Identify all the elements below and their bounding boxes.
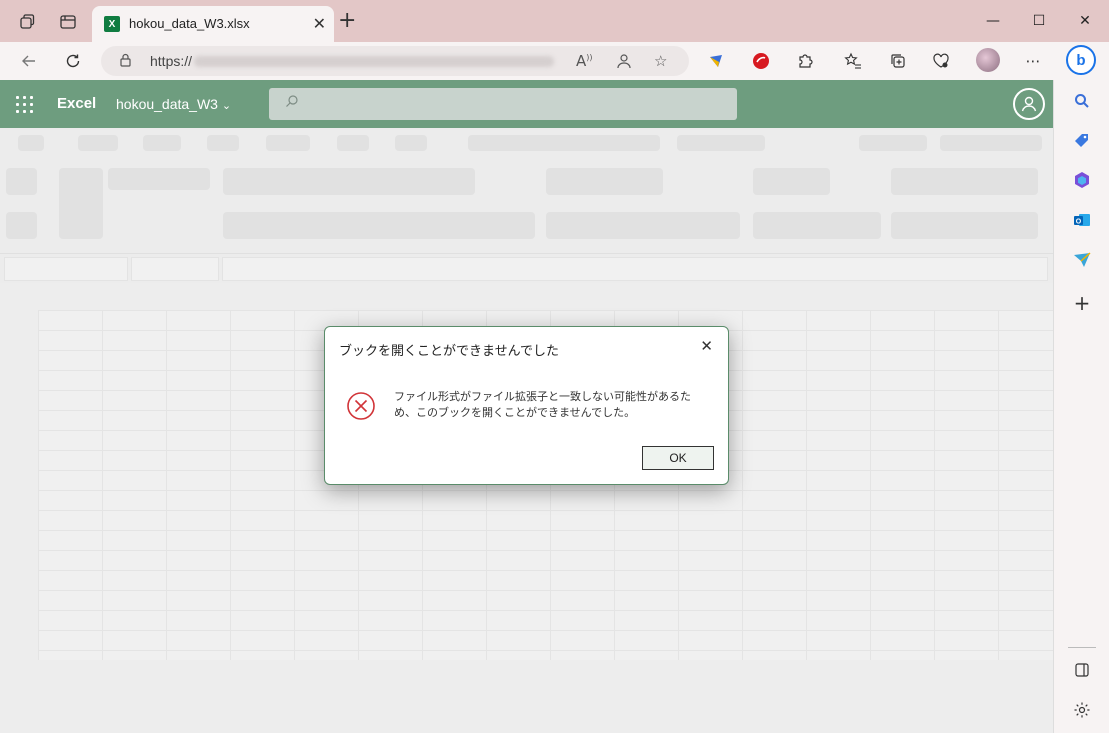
- ribbon-skeleton: [223, 168, 475, 195]
- dialog-message: ファイル形式がファイル拡張子と一致しない可能性があるため、このブックを開くことが…: [394, 390, 691, 419]
- error-dialog: ブックを開くことができませんでした ✕ ファイル形式がファイル拡張子と一致しない…: [324, 326, 729, 485]
- tab-active[interactable]: X hokou_data_W3.xlsx ✕: [92, 6, 334, 42]
- search-icon: [285, 94, 299, 112]
- ribbon-skeleton: [6, 168, 37, 195]
- dialog-title: ブックを開くことができませんでした: [339, 344, 559, 359]
- url-text: https://: [150, 53, 193, 69]
- ribbon-skeleton: [753, 168, 830, 195]
- ribbon-skeleton: [546, 212, 740, 239]
- formula-bar-placeholder: [0, 253, 1053, 283]
- account-avatar-icon[interactable]: [1013, 88, 1045, 120]
- outlook-icon[interactable]: O: [1071, 209, 1093, 231]
- browser-toolbar: https:// A)) ☆ ⋯: [0, 42, 1109, 80]
- excel-file-icon: X: [104, 16, 120, 32]
- search-input[interactable]: [269, 88, 737, 120]
- send-feedback-icon[interactable]: [1071, 249, 1093, 271]
- file-name-dropdown[interactable]: hokou_data_W3 ⌄: [116, 96, 231, 112]
- extension-red-icon[interactable]: [751, 51, 771, 71]
- ribbon-skeleton: [108, 168, 210, 190]
- bing-copilot-icon[interactable]: b: [1066, 45, 1096, 75]
- favorites-icon[interactable]: [843, 51, 863, 71]
- shopping-tag-icon[interactable]: [1071, 130, 1093, 152]
- ribbon-skeleton: [891, 168, 1038, 195]
- ribbon-skeleton: [940, 135, 1042, 151]
- formula-buttons-placeholder: [131, 257, 219, 281]
- close-window-button[interactable]: ✕: [1062, 8, 1108, 34]
- browser-titlebar: X hokou_data_W3.xlsx ✕ + — ☐ ✕: [0, 0, 1109, 42]
- name-box-placeholder: [4, 257, 128, 281]
- sidebar-divider: [1068, 647, 1096, 648]
- ribbon-skeleton: [78, 135, 118, 151]
- new-tab-button[interactable]: +: [338, 10, 356, 32]
- ribbon-skeleton: [891, 212, 1038, 239]
- refresh-icon[interactable]: [61, 50, 85, 72]
- microsoft365-icon[interactable]: [1071, 169, 1093, 191]
- ribbon-placeholder: [0, 128, 1053, 253]
- read-aloud-icon[interactable]: A)): [576, 52, 593, 70]
- ribbon-skeleton: [337, 135, 369, 151]
- ribbon-skeleton: [143, 135, 181, 151]
- url-redacted: [194, 56, 554, 67]
- minimize-button[interactable]: —: [970, 8, 1016, 34]
- ribbon-skeleton: [59, 168, 103, 239]
- ribbon-skeleton: [207, 135, 239, 151]
- ribbon-skeleton: [677, 135, 765, 151]
- close-icon[interactable]: ✕: [700, 337, 713, 355]
- ribbon-skeleton: [468, 135, 660, 151]
- extensions-puzzle-icon[interactable]: [795, 51, 815, 71]
- address-bar[interactable]: https:// A)) ☆: [101, 46, 689, 76]
- app-launcher-icon[interactable]: [16, 96, 33, 113]
- maximize-button[interactable]: ☐: [1016, 8, 1062, 34]
- lock-icon: [119, 53, 132, 71]
- tab-title: hokou_data_W3.xlsx: [129, 16, 250, 31]
- settings-gear-icon[interactable]: [1071, 699, 1093, 721]
- excel-header: Excel hokou_data_W3 ⌄: [0, 80, 1053, 128]
- chevron-down-icon: ⌄: [221, 100, 232, 112]
- collections-icon[interactable]: [888, 51, 908, 71]
- profile-avatar[interactable]: [976, 48, 1000, 72]
- browser-essentials-icon[interactable]: [931, 51, 951, 71]
- file-name-label: hokou_data_W3: [116, 96, 218, 112]
- ribbon-skeleton: [395, 135, 427, 151]
- ribbon-skeleton: [753, 212, 881, 239]
- formula-input-placeholder: [222, 257, 1048, 281]
- ok-button[interactable]: OK: [642, 446, 714, 470]
- add-sidebar-app-icon[interactable]: +: [1071, 291, 1093, 315]
- extension-blue-icon[interactable]: [706, 51, 726, 71]
- edge-sidebar: O +: [1053, 80, 1109, 733]
- ribbon-skeleton: [266, 135, 310, 151]
- ribbon-skeleton: [223, 212, 535, 239]
- ribbon-skeleton: [18, 135, 44, 151]
- ribbon-skeleton: [546, 168, 663, 195]
- search-icon[interactable]: [1071, 90, 1093, 112]
- back-arrow-icon[interactable]: [17, 50, 41, 72]
- close-tab-icon[interactable]: ✕: [313, 14, 326, 33]
- error-icon: [346, 391, 376, 421]
- ribbon-skeleton: [6, 212, 37, 239]
- ribbon-skeleton: [859, 135, 927, 151]
- profile-share-icon[interactable]: [615, 52, 633, 74]
- svg-text:O: O: [1076, 219, 1082, 226]
- app-name[interactable]: Excel: [57, 95, 96, 112]
- more-options-icon[interactable]: ⋯: [1023, 51, 1043, 71]
- workspaces-icon[interactable]: [17, 12, 37, 32]
- tab-actions-icon[interactable]: [58, 12, 78, 32]
- sidebar-toggle-icon[interactable]: [1071, 659, 1093, 681]
- favorite-star-icon[interactable]: ☆: [654, 52, 667, 70]
